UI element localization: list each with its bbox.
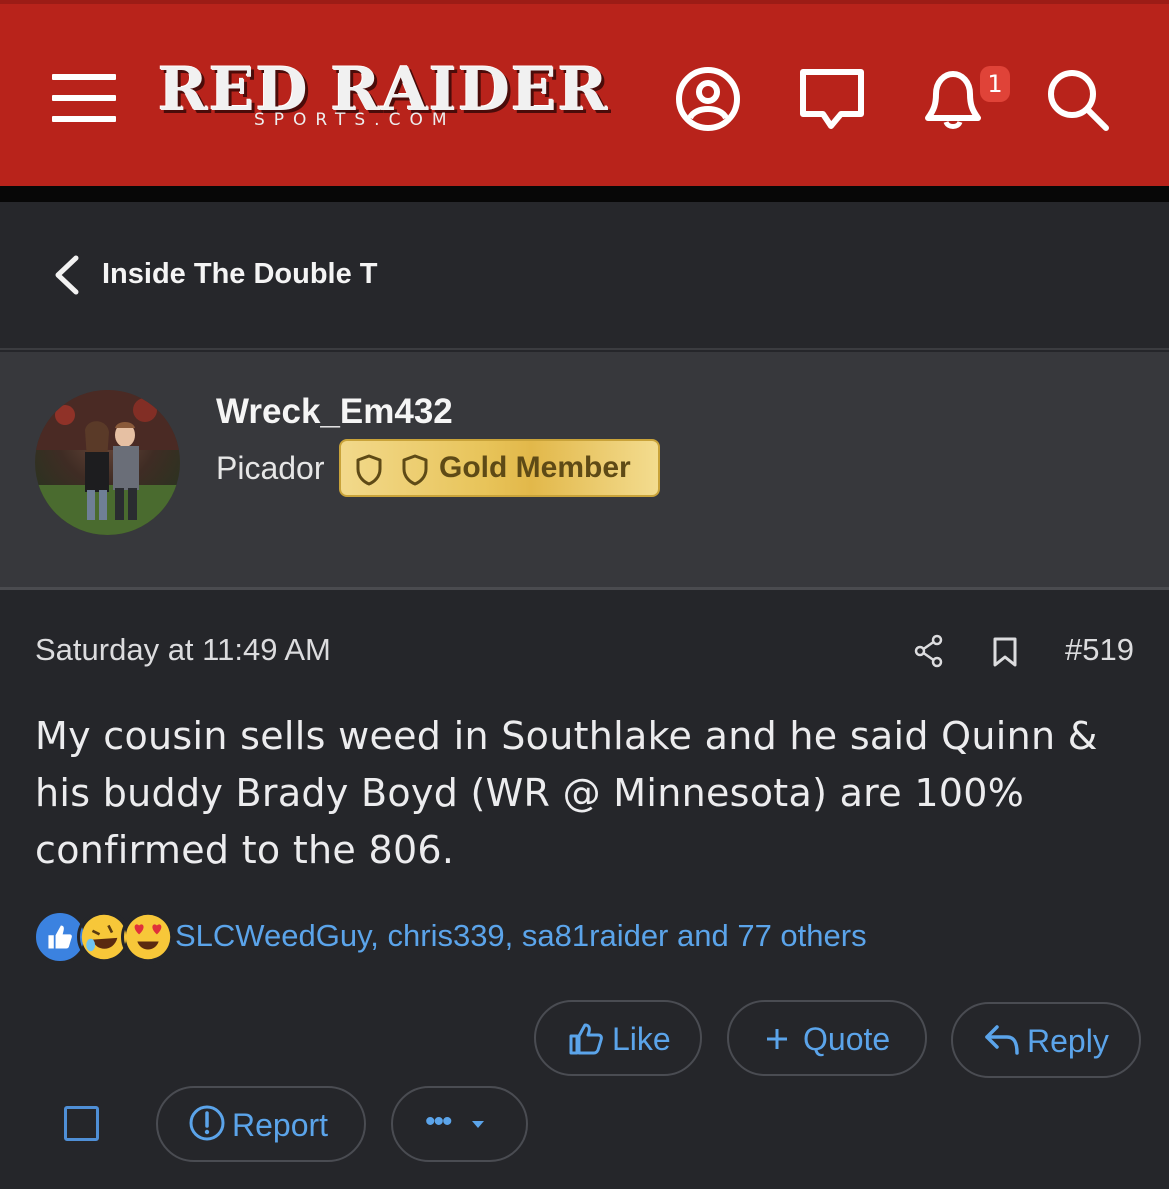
gold-member-badge[interactable]: Gold Member [339, 439, 660, 497]
more-options-button[interactable]: ••• [391, 1086, 528, 1162]
like-button[interactable]: Like [534, 1000, 702, 1076]
quote-button[interactable]: Quote [727, 1000, 927, 1076]
reactions-summary[interactable] [33, 910, 183, 966]
reply-button[interactable]: Reply [951, 1002, 1141, 1078]
logo-subtitle: SPORTS.COM [254, 110, 456, 130]
conversations-icon[interactable] [797, 64, 867, 134]
avatar-photo [35, 390, 180, 535]
chevron-left-icon[interactable] [50, 254, 84, 296]
reply-label: Reply [1027, 1023, 1109, 1059]
quote-label: Quote [803, 1021, 891, 1057]
caret-down-icon [472, 1121, 484, 1128]
author-user-title: Picador [216, 450, 325, 486]
author-username[interactable]: Wreck_Em432 [216, 392, 453, 432]
plus-icon [767, 1029, 787, 1049]
header-divider [0, 186, 1169, 202]
bookmark-icon[interactable] [992, 636, 1018, 668]
breadcrumb-forum-link[interactable]: Inside The Double T [102, 258, 378, 291]
report-button[interactable]: Report [156, 1086, 366, 1162]
post-author-block: Wreck_Em432 Picador Gold Member [0, 352, 1169, 590]
like-label: Like [612, 1021, 671, 1057]
more-options-label: ••• [425, 1105, 452, 1138]
search-icon[interactable] [1042, 64, 1112, 134]
report-label: Report [232, 1107, 329, 1143]
post-message-body: My cousin sells weed in Southlake and he… [35, 714, 1098, 872]
breadcrumb: Inside The Double T [0, 202, 1169, 350]
share-icon[interactable] [913, 634, 945, 668]
thumbs-up-icon [569, 1023, 603, 1055]
avatar[interactable] [35, 390, 180, 535]
love-reaction-icon [121, 910, 175, 964]
gold-member-label: Gold Member [439, 451, 631, 484]
shield-icon [402, 454, 428, 486]
reaction-users-link[interactable]: SLCWeedGuy, chris339, sa81raider and 77 … [175, 918, 867, 954]
site-logo[interactable]: RED RAIDER SPORTS.COM [158, 60, 608, 140]
menu-icon[interactable] [52, 74, 116, 122]
alerts-bell-icon[interactable] [918, 64, 988, 134]
select-post-checkbox[interactable] [64, 1106, 99, 1141]
site-header: RED RAIDER SPORTS.COM 1 [0, 0, 1169, 186]
notification-count-badge: 1 [980, 66, 1010, 102]
post-timestamp[interactable]: Saturday at 11:49 AM [35, 632, 331, 668]
shield-icon [356, 454, 382, 486]
account-icon[interactable] [673, 64, 743, 134]
reply-arrow-icon [985, 1025, 1019, 1055]
alert-circle-icon [189, 1105, 225, 1141]
post-number-link[interactable]: #519 [1065, 632, 1134, 668]
